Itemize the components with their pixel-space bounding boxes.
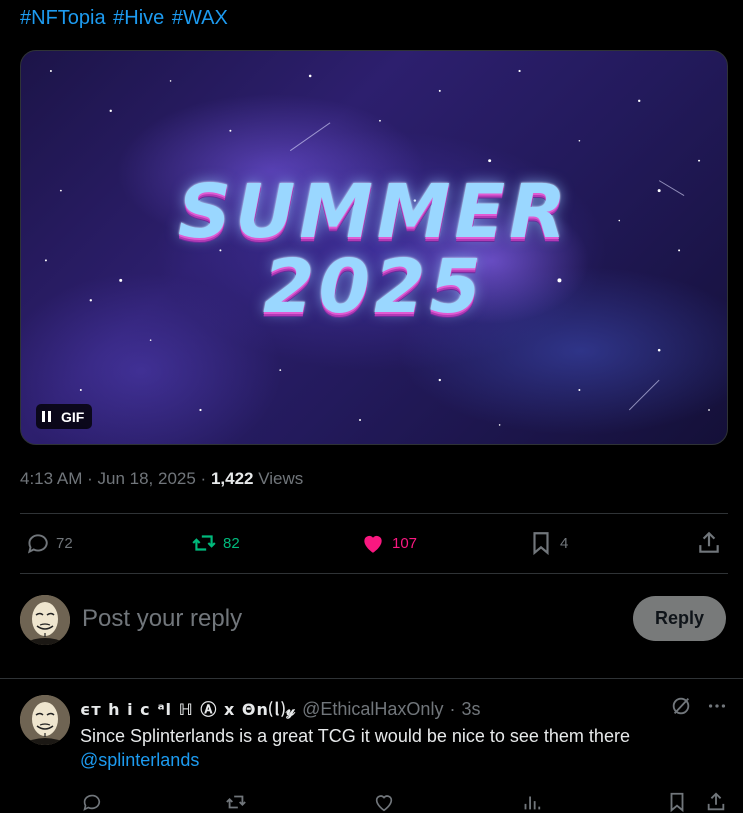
repost-icon[interactable] — [225, 791, 247, 813]
gif-title-line1: SUMMER — [177, 169, 571, 255]
repost-icon — [192, 535, 216, 551]
tweet-time[interactable]: 4:13 AM — [20, 469, 82, 488]
mask-avatar-icon — [20, 695, 70, 745]
share-action[interactable] — [696, 530, 722, 556]
meta-separator: · — [87, 469, 98, 488]
tweet-media-gif[interactable]: SUMMER 2025 GIF — [20, 50, 728, 445]
gif-pause-badge[interactable]: GIF — [36, 404, 93, 429]
reply-count: 72 — [56, 534, 73, 552]
avatar[interactable] — [20, 595, 70, 645]
bookmark-icon — [533, 532, 549, 556]
analytics-icon[interactable] — [520, 791, 542, 813]
pause-icon — [42, 411, 51, 422]
reply-tweet-action-bar — [80, 791, 728, 813]
repost-action[interactable]: 82 — [191, 530, 240, 556]
avatar[interactable] — [20, 695, 70, 745]
heart-filled-icon — [364, 535, 382, 553]
hashtag-link[interactable]: #WAX — [172, 7, 228, 29]
bookmark-action[interactable]: 4 — [528, 530, 568, 556]
reply-tweet-text: Since Splinterlands is a great TCG it wo… — [80, 724, 700, 772]
meta-separator: · — [200, 469, 211, 488]
like-count: 107 — [392, 534, 418, 552]
divider — [0, 678, 743, 679]
views-label: Views — [258, 469, 304, 488]
tweet-action-bar: 72 82 107 4 — [20, 514, 728, 573]
hashtag-link[interactable]: #NFTopia — [20, 7, 106, 29]
reply-input[interactable]: Post your reply — [82, 605, 242, 633]
gif-title-line2: 2025 — [263, 244, 485, 330]
more-icon[interactable] — [706, 695, 728, 717]
grok-icon[interactable] — [670, 695, 692, 717]
repost-count: 82 — [223, 534, 240, 552]
reply-tweet-time[interactable]: 3s — [461, 699, 480, 720]
reply-icon — [27, 534, 48, 554]
reply-icon[interactable] — [80, 791, 102, 813]
mask-avatar-icon — [20, 595, 70, 645]
display-name[interactable]: ϵт h i c ᵃl ℍ Ⓐ x Θn⒧𝓎 — [80, 696, 296, 720]
like-action[interactable]: 107 — [360, 530, 417, 556]
reply-tweet[interactable]: ϵт h i c ᵃl ℍ Ⓐ x Θn⒧𝓎 @EthicalHaxOnly ·… — [20, 695, 728, 813]
reply-action[interactable]: 72 — [24, 530, 73, 556]
reply-tweet-header: ϵт h i c ᵃl ℍ Ⓐ x Θn⒧𝓎 @EthicalHaxOnly ·… — [80, 696, 480, 720]
views-count: 1,422 — [210, 469, 254, 488]
gif-label: GIF — [61, 408, 85, 425]
reply-button[interactable]: Reply — [633, 596, 726, 641]
bookmark-icon[interactable] — [666, 791, 688, 813]
tweet-meta: 4:13 AM · Jun 18, 2025 · 1,422 Views — [20, 469, 303, 489]
bookmark-count: 4 — [560, 534, 569, 552]
meta-separator: · — [449, 699, 456, 719]
hashtag-link[interactable]: #Hive — [113, 7, 164, 29]
reply-composer: Post your reply Reply — [20, 574, 728, 674]
tweet-hashtags: #NFTopia #Hive #WAX — [20, 7, 230, 30]
share-icon — [699, 531, 719, 553]
tweet-date[interactable]: Jun 18, 2025 — [98, 469, 196, 488]
reply-tweet-body: Since Splinterlands is a great TCG it wo… — [80, 726, 630, 746]
share-icon[interactable] — [705, 791, 727, 813]
reply-tweet-top-icons — [670, 695, 728, 717]
user-handle[interactable]: @EthicalHaxOnly — [302, 699, 443, 720]
heart-icon[interactable] — [373, 791, 395, 813]
mention-link[interactable]: @splinterlands — [80, 750, 199, 770]
